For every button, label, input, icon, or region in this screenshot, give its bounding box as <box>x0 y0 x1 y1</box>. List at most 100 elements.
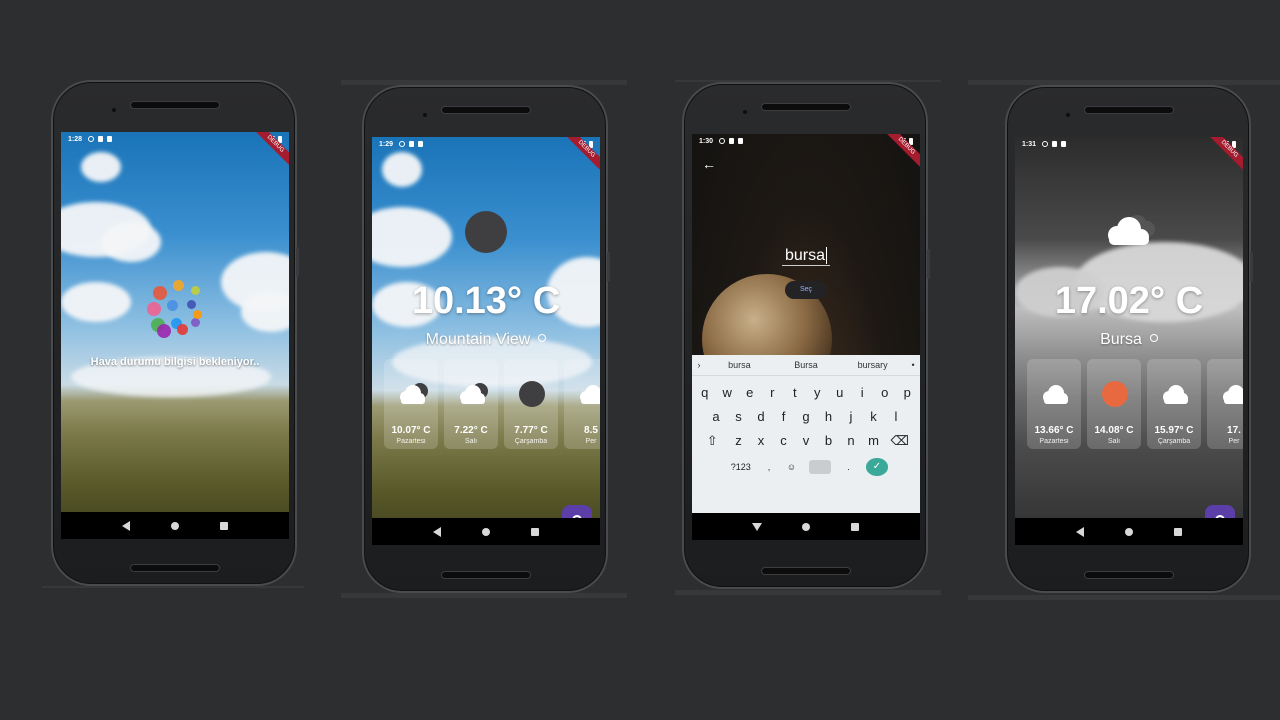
forecast-day: Per <box>1228 438 1240 445</box>
forecast-list[interactable]: 13.66° C Pazartesi 14.08° C Salı 15.97° … <box>1027 359 1243 449</box>
key-y[interactable]: y <box>806 385 829 400</box>
key-i[interactable]: i <box>851 385 874 400</box>
key-o[interactable]: o <box>874 385 897 400</box>
forecast-day: Çarşamba <box>514 438 548 445</box>
sd-card-icon <box>738 138 744 144</box>
symbols-key[interactable]: ?123 <box>724 462 758 472</box>
home-icon[interactable] <box>801 522 810 531</box>
bottom-speaker <box>441 571 531 579</box>
cloud-moon-icon <box>456 381 488 407</box>
forecast-day: Per <box>585 438 597 445</box>
settings-icon <box>1042 141 1049 147</box>
key-d[interactable]: d <box>750 409 773 424</box>
key-t[interactable]: t <box>784 385 807 400</box>
period-key[interactable]: . <box>837 462 860 472</box>
select-button[interactable]: Seç <box>785 281 827 299</box>
key-p[interactable]: p <box>896 385 919 400</box>
key-n[interactable]: n <box>840 433 863 449</box>
home-icon[interactable] <box>170 521 179 530</box>
key-w[interactable]: w <box>716 385 739 400</box>
key-x[interactable]: x <box>750 433 773 449</box>
key-l[interactable]: l <box>885 409 908 424</box>
key-m[interactable]: m <box>862 433 885 449</box>
forecast-card[interactable]: 8.5 Per <box>564 359 600 449</box>
recents-icon[interactable] <box>1174 527 1183 536</box>
key-f[interactable]: f <box>772 409 795 424</box>
key-c[interactable]: c <box>772 433 795 449</box>
notification-icon <box>1052 141 1058 147</box>
front-camera <box>112 108 116 112</box>
key-row-1: qwertyuiop <box>692 385 920 400</box>
search-icon[interactable] <box>1149 334 1158 342</box>
loader-dot <box>153 286 167 300</box>
forecast-day: Salı <box>464 438 478 445</box>
back-icon[interactable] <box>121 520 130 531</box>
key-h[interactable]: h <box>817 409 840 424</box>
forecast-list[interactable]: 10.07° C Pazartesi 7.22° C Salı 7.77° C … <box>384 359 600 449</box>
recents-icon[interactable] <box>220 521 229 530</box>
key-row-4: ?123 , ☺ . ✓ <box>692 458 920 476</box>
suggestion[interactable]: bursary <box>839 360 906 370</box>
back-icon[interactable] <box>751 522 762 531</box>
mic-icon[interactable]: • <box>906 360 920 370</box>
key-z[interactable]: z <box>727 433 750 449</box>
forecast-card[interactable]: 15.97° C Çarşamba <box>1147 359 1201 449</box>
status-bar: 1:31 <box>1015 137 1243 151</box>
key-a[interactable]: a <box>705 409 728 424</box>
keyboard[interactable]: › bursa Bursa bursary • qwertyuiop asdfg… <box>692 355 920 513</box>
status-time: 1:31 <box>1022 140 1037 148</box>
key-g[interactable]: g <box>795 409 818 424</box>
loader-dot <box>187 300 196 309</box>
sd-card-icon <box>1061 141 1067 147</box>
back-icon[interactable] <box>432 526 441 537</box>
shift-icon[interactable]: ⇧ <box>697 433 727 449</box>
loader-dot <box>191 286 200 295</box>
settings-icon <box>719 138 726 144</box>
forecast-card[interactable]: 7.77° C Çarşamba <box>504 359 558 449</box>
key-q[interactable]: q <box>694 385 717 400</box>
key-b[interactable]: b <box>817 433 840 449</box>
forecast-card[interactable]: 14.08° C Salı <box>1087 359 1141 449</box>
forecast-temp: 7.22° C <box>454 425 488 436</box>
space-key[interactable] <box>808 460 832 474</box>
forecast-card[interactable]: 13.66° C Pazartesi <box>1027 359 1081 449</box>
forecast-card[interactable]: 7.22° C Salı <box>444 359 498 449</box>
loader-dot <box>193 310 202 319</box>
city-name[interactable]: Mountain View <box>372 331 600 349</box>
cloud-icon <box>576 381 600 407</box>
suggestion[interactable]: Bursa <box>773 360 840 370</box>
status-bar: 1:30 <box>692 134 920 148</box>
backspace-icon[interactable]: ⌫ <box>885 433 915 449</box>
key-e[interactable]: e <box>739 385 762 400</box>
search-icon[interactable] <box>538 334 547 342</box>
back-arrow-icon[interactable]: ← <box>702 156 716 172</box>
screen: 1:29 DEBUG 10.13° C Mountain View 10.07°… <box>372 137 600 545</box>
settings-icon <box>399 141 406 147</box>
emoji-icon[interactable]: ☺ <box>780 462 803 472</box>
city-name[interactable]: Bursa <box>1015 331 1243 349</box>
forecast-card[interactable]: 10.07° C Pazartesi <box>384 359 438 449</box>
key-row-3: ⇧ zxcvbnm ⌫ <box>692 433 920 449</box>
forecast-card[interactable]: 17. Per <box>1207 359 1243 449</box>
recents-icon[interactable] <box>851 522 860 531</box>
key-r[interactable]: r <box>761 385 784 400</box>
back-icon[interactable] <box>1075 526 1084 537</box>
city-input[interactable]: bursa <box>782 247 830 266</box>
recents-icon[interactable] <box>531 527 540 536</box>
suggestion[interactable]: bursa <box>706 360 773 370</box>
home-icon[interactable] <box>1124 527 1133 536</box>
key-s[interactable]: s <box>727 409 750 424</box>
done-key[interactable]: ✓ <box>865 458 889 476</box>
nav-bar <box>372 518 600 545</box>
divider <box>42 586 304 588</box>
key-k[interactable]: k <box>862 409 885 424</box>
key-j[interactable]: j <box>840 409 863 424</box>
cloud-icon <box>1219 381 1243 407</box>
home-icon[interactable] <box>481 527 490 536</box>
forecast-temp: 14.08° C <box>1094 425 1134 436</box>
key-u[interactable]: u <box>829 385 852 400</box>
nav-bar <box>692 513 920 540</box>
comma-key[interactable]: , <box>758 462 781 472</box>
key-v[interactable]: v <box>795 433 818 449</box>
chevron-right-icon[interactable]: › <box>692 360 706 370</box>
